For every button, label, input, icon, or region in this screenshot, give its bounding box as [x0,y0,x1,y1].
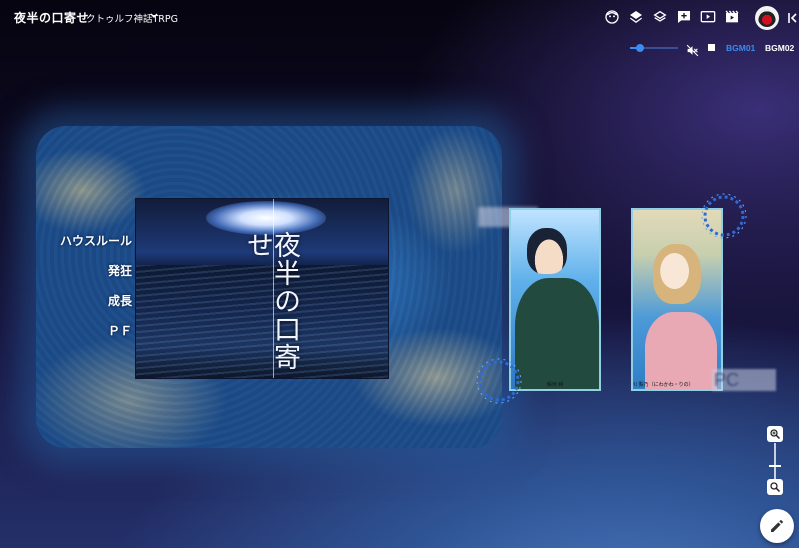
token-name-label: 庭川 梨乃（にわかわ・りの） [631,382,694,388]
layers-icon[interactable] [628,9,644,25]
add-comment-icon[interactable] [676,9,692,25]
menu-growth[interactable]: 成長 [108,292,132,309]
zoom-track[interactable] [774,443,776,479]
collapse-icon[interactable] [787,10,797,24]
character-body [645,312,717,389]
bgm-track-button-2[interactable]: BGM02 [765,43,794,53]
zoom-thumb[interactable] [769,465,781,468]
character-head [653,244,701,304]
zoom-in-button[interactable] [767,426,783,442]
moon-glow [206,201,326,235]
user-avatar[interactable] [755,6,779,30]
character-head [527,228,567,274]
volume-slider[interactable] [630,43,678,53]
scenario-title-card[interactable]: 夜半の口寄せ [135,198,389,379]
scenario-title: 夜半の口寄せ [242,231,300,371]
layers-outline-icon[interactable] [652,9,668,25]
decorative-ring-icon [700,192,748,240]
bgm-track-button-1[interactable]: BGM01 [726,43,755,53]
zoom-out-button[interactable] [767,479,783,495]
avatar-image [758,9,776,27]
movie-icon[interactable] [724,9,740,25]
menu-pf[interactable]: ＰＦ [108,322,132,339]
mute-icon[interactable] [686,42,699,57]
token-name-label: 保河 柊 [546,382,564,388]
decorative-ring-icon [475,357,523,405]
menu-house-rules[interactable]: ハウスルール [60,232,132,249]
stop-icon[interactable] [708,44,715,51]
play-screen-icon[interactable] [700,9,716,25]
menu-insanity[interactable]: 発狂 [108,262,132,279]
character-body [515,278,599,389]
pc-label: PC [712,369,776,391]
edit-fab-button[interactable] [760,509,794,543]
pencil-icon [771,520,783,532]
toolbar [0,9,799,27]
volume-thumb[interactable] [635,44,644,52]
face-icon[interactable] [604,9,620,25]
